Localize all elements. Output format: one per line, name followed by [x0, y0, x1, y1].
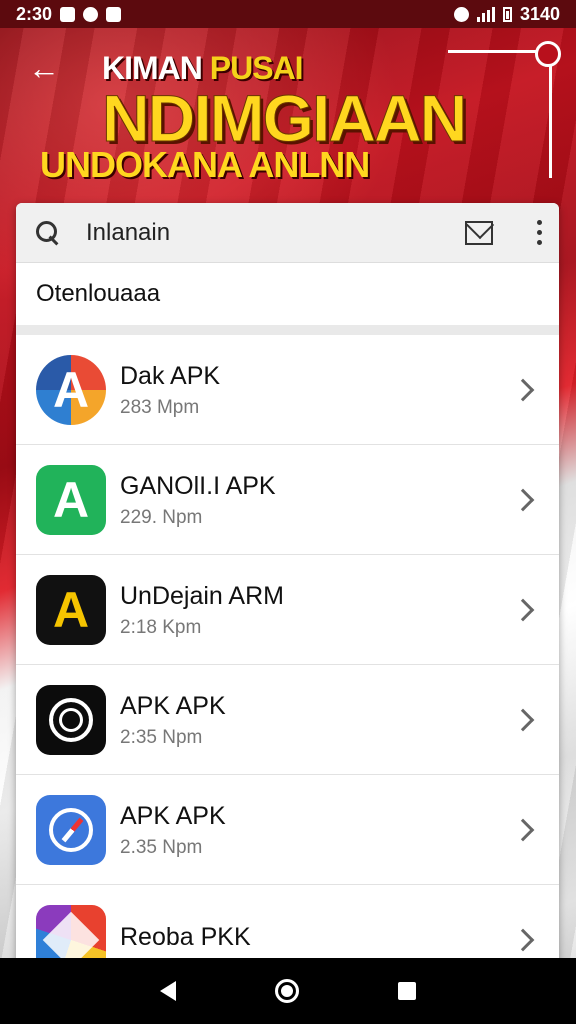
app-name: GANOlI.I APK	[120, 471, 276, 500]
app-name: Dak APK	[120, 361, 221, 390]
chevron-right-icon	[511, 818, 535, 841]
nav-recent-apps-icon[interactable]	[398, 982, 417, 1000]
app-name: UnDejain ARM	[120, 581, 284, 610]
list-item[interactable]: APK APK 2.35 Npm	[16, 775, 559, 885]
chevron-right-icon	[511, 488, 535, 511]
signal-icon	[476, 6, 495, 22]
compass-icon	[36, 794, 106, 865]
banner-subtitle: UNDOKANA ANLNN	[40, 144, 370, 185]
notification-icon	[106, 6, 122, 22]
app-meta: 2.35 Npm	[120, 836, 203, 858]
app-meta: 229. Npm	[120, 506, 203, 528]
more-options-icon[interactable]	[537, 220, 543, 245]
yellow-a-icon: A	[36, 574, 106, 645]
triangle-a-icon: A	[36, 354, 106, 425]
battery-icon	[502, 6, 512, 22]
app-meta: 2:35 Npm	[120, 726, 203, 748]
mail-icon[interactable]	[465, 220, 493, 245]
ring-icon	[36, 684, 106, 755]
list-item[interactable]: A UnDejain ARM 2:18 Kpm	[16, 555, 559, 665]
app-name: APK APK	[120, 801, 226, 830]
app-meta: 283 Mpm	[120, 396, 200, 418]
notification-icon	[83, 6, 99, 22]
green-a-icon: A	[36, 464, 106, 535]
status-battery-text: 3140	[519, 3, 560, 24]
status-time: 2:30	[16, 3, 53, 24]
chevron-right-icon	[511, 708, 535, 731]
search-icon[interactable]	[34, 219, 62, 247]
search-input[interactable]: Inlanain	[86, 219, 465, 247]
status-bar: 2:30 3140	[0, 0, 576, 28]
list-item[interactable]: APK APK 2:35 Npm	[16, 665, 559, 775]
list-item[interactable]: A GANOlI.I APK 229. Npm	[16, 445, 559, 555]
banner-decoration-icon	[448, 41, 561, 178]
chevron-right-icon	[511, 598, 535, 621]
notification-icon	[60, 6, 76, 22]
navigation-bar	[0, 958, 576, 1024]
chevron-right-icon	[511, 378, 535, 401]
nav-home-icon[interactable]	[274, 979, 299, 1003]
app-meta: 2:18 Kpm	[120, 616, 202, 638]
list-item[interactable]: A Dak APK 283 Mpm	[16, 335, 559, 445]
nav-back-icon[interactable]	[159, 981, 176, 1001]
app-name: APK APK	[120, 691, 226, 720]
app-list-card: Inlanain Otenlouaaa A Dak APK 283 Mpm A …	[16, 203, 559, 973]
header-banner: ← KIMAN PUSAI NDIMGIAAN UNDOKANA ANLNN	[0, 28, 576, 208]
search-bar[interactable]: Inlanain	[16, 203, 559, 263]
app-name: Reoba PKK	[120, 922, 251, 951]
wifi-icon	[453, 6, 469, 22]
section-title: Otenlouaaa	[16, 263, 559, 335]
chevron-right-icon	[511, 928, 535, 951]
back-arrow-icon[interactable]: ←	[28, 52, 62, 86]
app-list: A Dak APK 283 Mpm A GANOlI.I APK 229. Np…	[16, 335, 559, 973]
